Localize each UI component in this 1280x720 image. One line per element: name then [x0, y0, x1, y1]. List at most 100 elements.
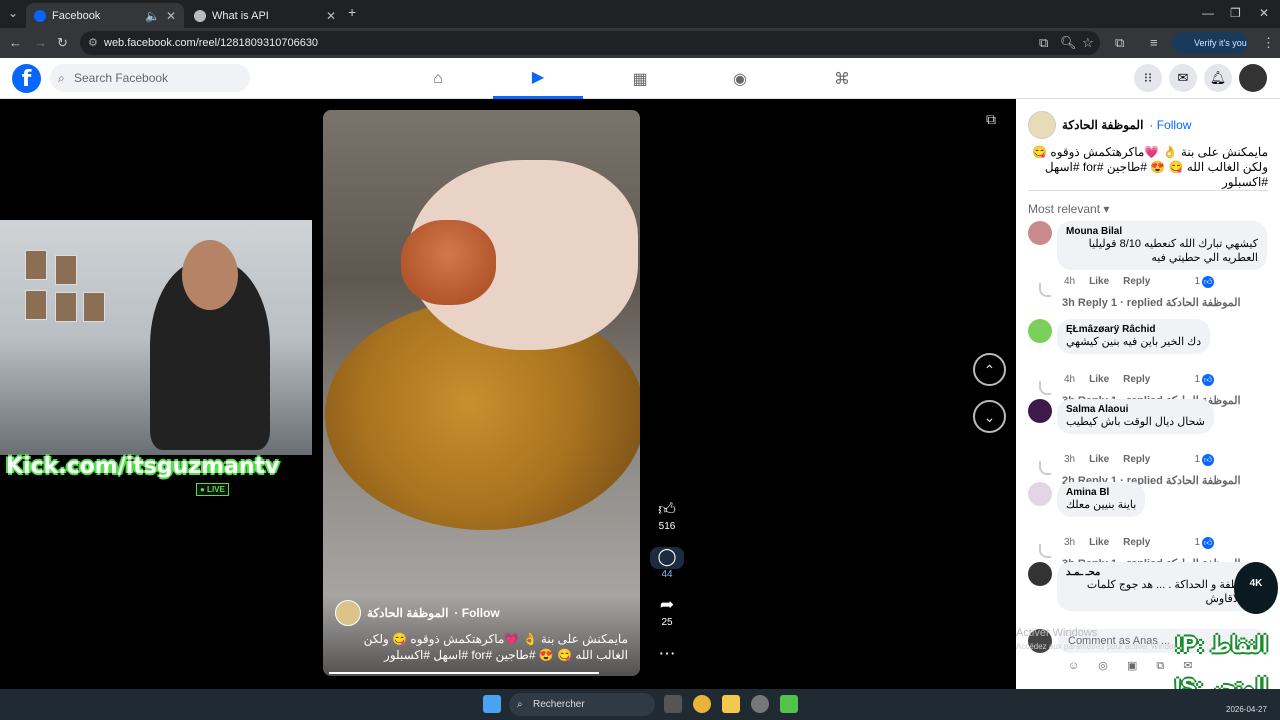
next-reel-button[interactable]: ⌄	[973, 400, 1006, 433]
wall-poster	[55, 292, 77, 322]
search-placeholder: Search Facebook	[74, 71, 169, 85]
tagine-lid-image	[401, 220, 496, 305]
comment-bubble: Mouna Bilal كيشهي تبارك الله كنعطيه 8/10 …	[1057, 221, 1267, 270]
nav-video-icon[interactable]: ▶	[493, 58, 583, 99]
activate-windows-subtext: Accédez aux paramètres pour activer Wind…	[1016, 642, 1186, 651]
author-avatar[interactable]	[335, 600, 361, 626]
commenter-name[interactable]: Amina Bl	[1066, 487, 1136, 498]
commenter-avatar[interactable]	[1028, 399, 1052, 423]
comment-icon: ◯	[650, 547, 684, 569]
bookmark-star-icon[interactable]: ☆	[1082, 35, 1094, 51]
taskbar-date: 2026-04-27	[1226, 705, 1267, 714]
facebook-logo[interactable]: f	[12, 64, 41, 93]
view-replies-link[interactable]: 3h Reply 1 · replied الموظفة الحادكة	[1062, 296, 1241, 309]
zoom-icon[interactable]: 🔍︎	[1060, 35, 1077, 51]
reply-link[interactable]: Reply	[1123, 454, 1150, 465]
streamer-webcam	[0, 220, 312, 455]
verify-button[interactable]: Verify it's you	[1172, 32, 1248, 54]
commenter-avatar[interactable]	[1028, 221, 1052, 245]
minimize-icon[interactable]: —	[1202, 6, 1214, 20]
profile-avatar[interactable]	[1239, 64, 1267, 92]
close-window-icon[interactable]: ✕	[1259, 6, 1269, 20]
close-tab-icon[interactable]: ✕	[326, 9, 336, 23]
streamer-face	[182, 240, 238, 310]
search-input[interactable]: ⌕ Search Facebook	[50, 64, 250, 92]
more-action[interactable]: ⋯	[650, 644, 684, 666]
more-dots-icon: ⋯	[658, 644, 676, 663]
reel-video[interactable]: الموظفة الحادكة · Follow مايمكنش على بنة…	[323, 110, 640, 676]
tab-search-icon[interactable]: ⌄	[8, 6, 18, 20]
facebook-favicon-icon	[34, 9, 46, 22]
speaker-icon[interactable]: 🔈	[145, 9, 160, 23]
wall-poster	[83, 292, 105, 322]
windows-taskbar: ⌕ Rechercher 2026-04-27	[0, 689, 1280, 720]
obs-icon[interactable]	[751, 695, 769, 713]
like-link[interactable]: Like	[1089, 454, 1109, 465]
install-icon[interactable]: ⧉	[1039, 35, 1048, 51]
reply-link[interactable]: Reply	[1123, 276, 1150, 287]
task-view-icon[interactable]	[664, 695, 682, 713]
reel-author[interactable]: الموظفة الحادكة · Follow	[335, 600, 500, 626]
author-name[interactable]: الموظفة الحادكة	[367, 606, 448, 620]
tab-what-is-api[interactable]: What is API ✕	[186, 3, 344, 28]
previous-reel-button[interactable]: ⌃	[973, 353, 1006, 386]
file-explorer-icon[interactable]	[722, 695, 740, 713]
site-info-icon[interactable]: ⚙	[88, 31, 98, 55]
like-link[interactable]: Like	[1089, 537, 1109, 548]
comment-likes: 1 👍︎	[1194, 374, 1214, 386]
sort-dropdown[interactable]: Most relevant ▾	[1028, 202, 1109, 216]
composer-tools[interactable]: ☺ ◎ ▣ ⧉ ✉	[1068, 659, 1201, 673]
url-field[interactable]: ⚙ web.facebook.com/reel/1281809310706630	[80, 31, 1100, 55]
tab-facebook[interactable]: Facebook 🔈 ✕	[26, 3, 184, 28]
reload-icon[interactable]: ↻	[57, 35, 68, 51]
collapse-panel-icon[interactable]: ⧉	[986, 111, 996, 128]
author-name[interactable]: الموظفة الحادكة	[1062, 118, 1143, 132]
panel-caption: مايمكنش على بنة 👌 💗ماكرهتكمش ذوقوه 😋 ولك…	[1032, 145, 1268, 189]
menu-icon[interactable]: ⋮	[1262, 35, 1275, 51]
taskbar-search[interactable]: ⌕ Rechercher	[509, 693, 655, 716]
author-avatar[interactable]	[1028, 111, 1056, 139]
comment-text: كيشهي تبارك الله كنعطيه 8/10 قوليليا الع…	[1088, 238, 1258, 264]
follow-link[interactable]: · Follow	[454, 606, 499, 620]
start-icon[interactable]	[483, 695, 501, 713]
app-icon[interactable]	[780, 695, 798, 713]
back-icon[interactable]: ←	[9, 35, 22, 50]
like-link[interactable]: Like	[1089, 276, 1109, 287]
like-link[interactable]: Like	[1089, 374, 1109, 385]
reply-link[interactable]: Reply	[1123, 374, 1150, 385]
nav-groups-icon[interactable]: ◉	[695, 58, 785, 99]
forward-icon[interactable]: →	[34, 35, 47, 50]
globe-favicon-icon	[194, 9, 206, 22]
commenter-name[interactable]: محـ ـمـد	[1066, 567, 1258, 578]
commenter-avatar[interactable]	[1028, 562, 1052, 586]
menu-grid-icon[interactable]: ⁝⁝	[1134, 64, 1162, 92]
extensions-icon[interactable]: ⧉	[1115, 35, 1124, 51]
commenter-avatar[interactable]	[1028, 482, 1052, 506]
share-action[interactable]: ➦ 25	[650, 595, 684, 628]
video-progress-bar[interactable]	[329, 672, 599, 674]
comment-action[interactable]: ◯ 44	[650, 547, 684, 580]
like-action[interactable]: 👍︎ 516	[650, 499, 684, 532]
close-tab-icon[interactable]: ✕	[166, 9, 176, 23]
commenter-avatar[interactable]	[1028, 319, 1052, 343]
chrome-icon[interactable]	[693, 695, 711, 713]
like-reaction-icon: 👍︎	[1202, 537, 1214, 549]
reading-list-icon[interactable]: ≡	[1150, 35, 1158, 50]
restore-icon[interactable]: ❐	[1230, 6, 1241, 20]
comment-count: 44	[661, 569, 673, 580]
follow-link[interactable]: · Follow	[1149, 118, 1191, 132]
new-tab-button[interactable]: +	[348, 4, 356, 20]
messenger-icon[interactable]: ✉	[1169, 64, 1197, 92]
nav-home-icon[interactable]: ⌂	[393, 58, 483, 99]
commenter-name[interactable]: ĘŁmâzøarÿ Râchid	[1066, 324, 1201, 335]
reply-link[interactable]: Reply	[1123, 537, 1150, 548]
commenter-name[interactable]: Mouna Bilal	[1066, 226, 1258, 237]
commenter-name[interactable]: Salma Alaoui	[1066, 404, 1205, 415]
reply-thread-line	[1039, 283, 1051, 297]
notifications-bell-icon[interactable]: 🔔︎	[1204, 64, 1232, 92]
like-reaction-icon: 👍︎	[1202, 276, 1214, 288]
nav-gaming-icon[interactable]: ⌘	[797, 58, 887, 99]
comment-text: الموظفة و الحداكة . ... هد جوج كلمات مكي…	[1086, 579, 1258, 605]
nav-marketplace-icon[interactable]: ▦	[595, 58, 685, 99]
comment-bubble: Salma Alaoui شحال ديال الوقت باش كيطيب	[1057, 399, 1214, 434]
